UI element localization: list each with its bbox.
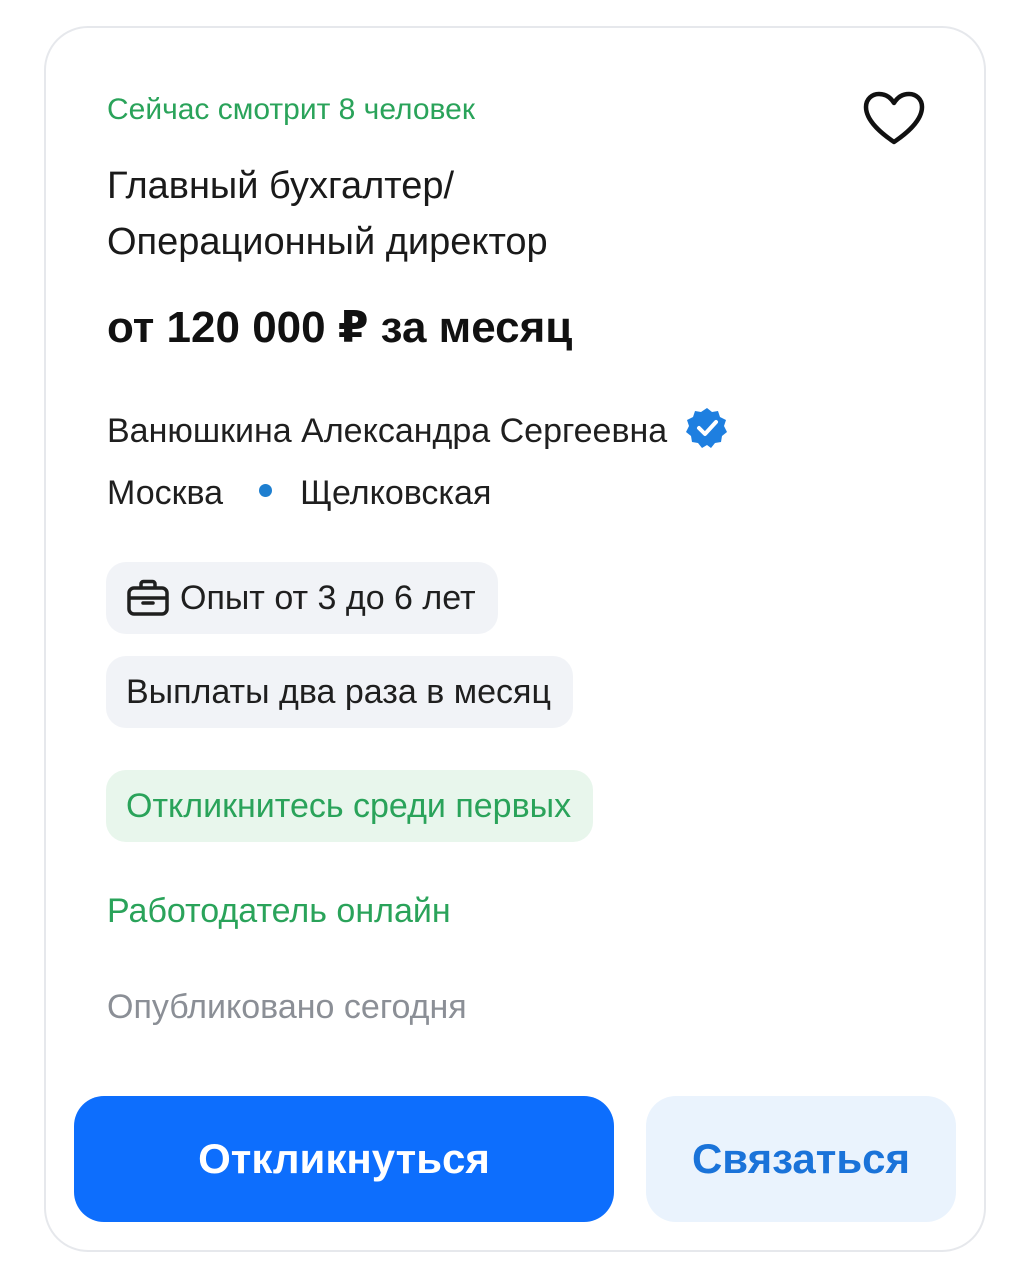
metro-station-label: Щелковская bbox=[300, 474, 492, 512]
location-row: Москва Щелковская bbox=[107, 470, 491, 516]
verified-badge-icon bbox=[685, 406, 729, 455]
vacancy-title[interactable]: Главный бухгалтер/ Операционный директор bbox=[107, 158, 807, 270]
payment-frequency-label: Выплаты два раза в месяц bbox=[126, 672, 551, 711]
salary-label: от 120 000 ₽ за месяц bbox=[107, 303, 573, 352]
respond-button-label: Откликнуться bbox=[198, 1135, 490, 1182]
employer-name[interactable]: Ванюшкина Александра Сергеевна bbox=[107, 408, 667, 454]
experience-chip: Опыт от 3 до 6 лет bbox=[106, 562, 498, 634]
employer-row[interactable]: Ванюшкина Александра Сергеевна bbox=[107, 406, 729, 455]
contact-button-label: Связаться bbox=[691, 1135, 911, 1182]
viewers-count-label: Сейчас смотрит 8 человек bbox=[107, 93, 475, 126]
favorite-button[interactable] bbox=[858, 88, 930, 152]
vacancy-title-line-1: Главный бухгалтер/ bbox=[107, 165, 455, 207]
experience-chip-label: Опыт от 3 до 6 лет bbox=[180, 578, 476, 617]
vacancy-title-line-2: Операционный директор bbox=[107, 221, 548, 263]
contact-button[interactable]: Связаться bbox=[646, 1096, 956, 1222]
payment-frequency-chip: Выплаты два раза в месяц bbox=[106, 656, 573, 728]
respond-button[interactable]: Откликнуться bbox=[74, 1096, 614, 1222]
early-response-chip: Откликнитесь среди первых bbox=[106, 770, 594, 842]
briefcase-icon bbox=[126, 578, 170, 618]
early-response-label: Откликнитесь среди первых bbox=[126, 786, 572, 825]
employer-online-status: Работодатель онлайн bbox=[107, 892, 451, 930]
city-label: Москва bbox=[107, 474, 224, 512]
heart-icon bbox=[862, 90, 926, 151]
published-date: Опубликовано сегодня bbox=[107, 988, 467, 1026]
metro-line-dot-icon bbox=[259, 483, 273, 497]
